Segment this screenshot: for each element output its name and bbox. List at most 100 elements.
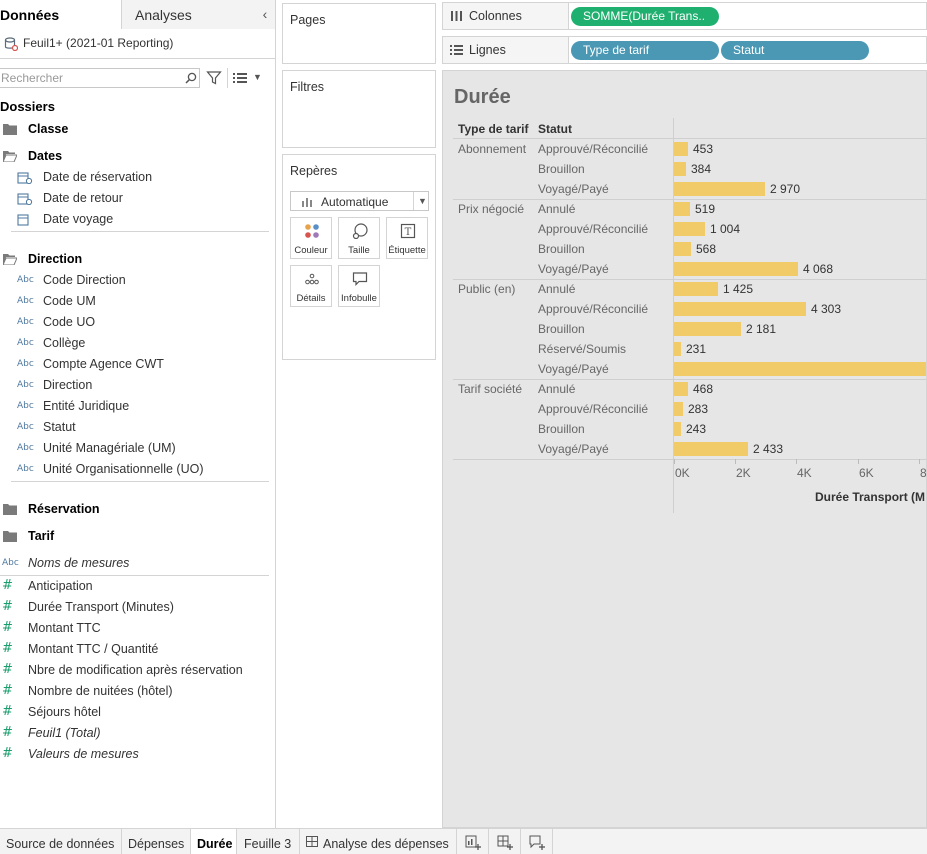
field-label: Entité Juridique	[43, 399, 130, 413]
x-tick-label: 4K	[797, 466, 812, 480]
bar[interactable]	[674, 282, 718, 296]
rows-pill-statut[interactable]: Statut	[721, 41, 869, 60]
bar[interactable]	[674, 182, 765, 196]
chevron-down-icon: ▼	[418, 196, 427, 206]
bar[interactable]	[674, 142, 688, 156]
datasource-name: Feuil1+ (2021-01 Reporting)	[23, 36, 174, 50]
status-label: Annulé	[538, 282, 576, 296]
bar[interactable]	[674, 342, 681, 356]
toolbar-divider	[227, 68, 228, 88]
color-label: Couleur	[294, 245, 328, 256]
datasource-item[interactable]: Feuil1+ (2021-01 Reporting)	[0, 29, 275, 59]
field-label: Code UO	[43, 315, 96, 329]
marks-card: Repères Automatique ▼ Couleur Taille T É…	[282, 154, 436, 360]
mark-type-select[interactable]: Automatique ▼	[290, 191, 429, 211]
sheet-tabs-bar: Source de données Dépenses Durée Feuille…	[0, 828, 927, 854]
group-divider	[453, 379, 926, 380]
label-button[interactable]: T Étiquette	[386, 217, 428, 259]
bar-value-label: 1 004	[710, 222, 741, 236]
tab-analytics[interactable]: Analyses	[122, 0, 275, 29]
new-story-icon	[529, 835, 545, 850]
bar[interactable]	[674, 322, 741, 336]
field-label: Code UM	[43, 294, 96, 308]
bar[interactable]	[674, 302, 806, 316]
folders-title: Dossiers	[0, 99, 55, 114]
color-button[interactable]: Couleur	[290, 217, 332, 259]
search-input[interactable]	[1, 70, 181, 86]
search-icon[interactable]	[184, 71, 198, 85]
header-divider	[453, 138, 926, 139]
field-label: Unité Managériale (UM)	[43, 441, 176, 455]
x-tick-mark	[674, 459, 675, 464]
bar[interactable]	[674, 362, 926, 376]
filters-title: Filtres	[290, 80, 325, 94]
tab-sheet-depenses[interactable]: Dépenses	[122, 829, 191, 854]
columns-shelf[interactable]: Colonnes SOMME(Durée Trans..	[442, 2, 927, 30]
view-dropdown-icon[interactable]: ▼	[253, 72, 262, 82]
group-label: Public (en)	[458, 282, 516, 296]
tab-dashboard-analyse[interactable]: Analyse des dépenses	[300, 829, 457, 854]
database-icon	[4, 37, 18, 51]
field-label: Collège	[43, 336, 86, 350]
pages-card[interactable]: Pages	[282, 3, 436, 64]
rows-pill-type-tarif[interactable]: Type de tarif	[571, 41, 719, 60]
folder-label: Classe	[28, 122, 69, 136]
field-label: Montant TTC / Quantité	[28, 642, 159, 656]
new-worksheet-button[interactable]	[457, 829, 489, 854]
field-label: Nbre de modification après réservation	[28, 663, 243, 677]
bar-value-label: 468	[693, 382, 714, 396]
string-type-icon: Abc	[17, 275, 34, 285]
new-dashboard-button[interactable]	[489, 829, 521, 854]
filter-icon[interactable]	[206, 70, 222, 86]
status-label: Voyagé/Payé	[538, 362, 609, 376]
rows-shelf[interactable]: Lignes Type de tarif Statut	[442, 36, 927, 64]
bar-value-label: 519	[695, 202, 716, 216]
columns-pill-duree[interactable]: SOMME(Durée Trans..	[571, 7, 719, 26]
x-tick-label: 8K	[920, 466, 927, 480]
string-type-icon: Abc	[17, 443, 34, 453]
bar[interactable]	[674, 402, 683, 416]
calendar-icon	[17, 214, 29, 226]
bar[interactable]	[674, 262, 798, 276]
bar[interactable]	[674, 442, 748, 456]
detail-button[interactable]: Détails	[290, 265, 332, 307]
tooltip-icon	[352, 272, 368, 286]
bar-value-label: 1 425	[723, 282, 754, 296]
size-button[interactable]: Taille	[338, 217, 380, 259]
view-list-icon[interactable]	[233, 72, 247, 84]
string-type-icon: Abc	[2, 558, 19, 568]
columns-icon	[451, 11, 462, 21]
calendar-time-icon	[17, 193, 33, 205]
bar[interactable]	[674, 382, 688, 396]
tooltip-button[interactable]: Infobulle	[338, 265, 380, 307]
bar[interactable]	[674, 202, 690, 216]
tab-sheet-duree[interactable]: Durée	[191, 829, 237, 854]
measure-icon: #	[2, 641, 13, 656]
field-label: Code Direction	[43, 273, 126, 287]
bar[interactable]	[674, 422, 681, 436]
x-tick-label: 6K	[859, 466, 874, 480]
folder-label: Dates	[28, 149, 63, 163]
field-label: Nombre de nuitées (hôtel)	[28, 684, 173, 698]
bar[interactable]	[674, 242, 691, 256]
status-label: Réservé/Soumis	[538, 342, 627, 356]
new-story-button[interactable]	[521, 829, 553, 854]
status-label: Voyagé/Payé	[538, 262, 609, 276]
collapse-pane-icon[interactable]: ‹	[258, 6, 272, 22]
measure-icon: #	[2, 620, 13, 635]
bar-value-label: 2 970	[770, 182, 801, 196]
field-label: Séjours hôtel	[28, 705, 101, 719]
tab-data-source[interactable]: Source de données	[0, 829, 122, 854]
bar-value-label: 568	[696, 242, 717, 256]
tab-sheet-feuille3[interactable]: Feuille 3	[237, 829, 300, 854]
bar-chart-icon	[302, 198, 312, 207]
pane-tabs: Données Analyses ‹	[0, 0, 275, 29]
filters-card[interactable]: Filtres	[282, 70, 436, 148]
tab-data[interactable]: Données	[0, 0, 122, 29]
cards-pane: Pages Filtres Repères Automatique ▼ Coul…	[276, 0, 442, 828]
folder-label: Tarif	[28, 529, 55, 543]
bar[interactable]	[674, 222, 705, 236]
bar[interactable]	[674, 162, 686, 176]
group-label: Tarif société	[458, 382, 523, 396]
marks-title: Repères	[290, 164, 338, 178]
